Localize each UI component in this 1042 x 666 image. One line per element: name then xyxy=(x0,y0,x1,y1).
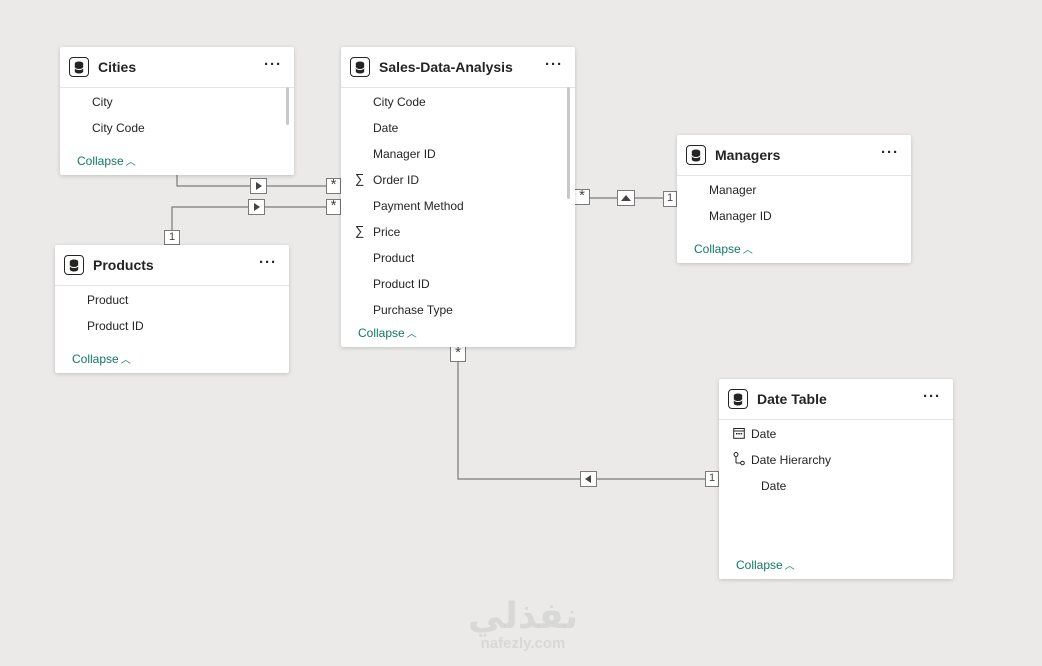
database-icon xyxy=(69,57,89,77)
field-date[interactable]: Date xyxy=(373,121,398,135)
watermark-arabic: نفذلي xyxy=(467,595,579,636)
table-header[interactable]: Date Table ··· xyxy=(719,379,953,420)
chevron-up-icon: ︿ xyxy=(742,245,753,256)
more-options-button[interactable]: ··· xyxy=(259,254,277,271)
table-card-managers[interactable]: Managers ··· Manager Manager ID Collapse… xyxy=(677,135,911,263)
collapse-button[interactable]: Collapse ︿ xyxy=(694,241,753,256)
filter-direction-arrow[interactable] xyxy=(248,199,265,215)
field-payment-method[interactable]: Payment Method xyxy=(373,199,464,213)
field-manager-id[interactable]: Manager ID xyxy=(709,209,772,223)
sum-icon: ∑ xyxy=(355,171,365,186)
collapse-button[interactable]: Collapse ︿ xyxy=(72,351,131,366)
table-title: Products xyxy=(93,257,154,273)
table-card-products[interactable]: Products ··· Product Product ID Collapse… xyxy=(55,245,289,373)
relationship-sales-date xyxy=(457,348,719,480)
database-icon xyxy=(686,145,706,165)
chevron-up-icon: ︿ xyxy=(120,355,131,366)
calendar-icon xyxy=(733,427,745,442)
sum-icon: ∑ xyxy=(355,223,365,238)
field-purchase-type[interactable]: Purchase Type xyxy=(373,303,453,317)
table-card-sales-data-analysis[interactable]: Sales-Data-Analysis ··· City Code Date M… xyxy=(341,47,575,347)
model-view-canvas[interactable]: 1 * * * 1 * 1 Cities ··· City City Code … xyxy=(0,0,1042,666)
field-city-code[interactable]: City Code xyxy=(92,121,145,135)
field-hierarchy-level-date[interactable]: Date xyxy=(761,479,786,493)
table-title: Sales-Data-Analysis xyxy=(379,59,513,75)
chevron-up-icon: ︿ xyxy=(784,561,795,572)
table-title: Date Table xyxy=(757,391,827,407)
field-date[interactable]: Date xyxy=(751,427,776,441)
table-header[interactable]: Sales-Data-Analysis ··· xyxy=(341,47,575,88)
more-options-button[interactable]: ··· xyxy=(545,56,563,73)
filter-direction-arrow[interactable] xyxy=(250,178,267,194)
field-city[interactable]: City xyxy=(92,95,113,109)
hierarchy-icon xyxy=(733,452,745,469)
table-title: Managers xyxy=(715,147,781,163)
cardinality-one-marker: 1 xyxy=(164,230,180,245)
field-manager-id[interactable]: Manager ID xyxy=(373,147,436,161)
field-product-id[interactable]: Product ID xyxy=(87,319,144,333)
field-manager[interactable]: Manager xyxy=(709,183,756,197)
collapse-label: Collapse xyxy=(72,352,119,366)
table-title: Cities xyxy=(98,59,137,75)
cardinality-many-marker: * xyxy=(450,345,466,362)
field-product-id[interactable]: Product ID xyxy=(373,277,430,291)
more-options-button[interactable]: ··· xyxy=(264,56,282,73)
watermark-latin: nafezly.com xyxy=(480,635,566,652)
database-icon xyxy=(64,255,84,275)
field-order-id[interactable]: Order ID xyxy=(373,173,419,187)
scrollbar[interactable] xyxy=(567,87,570,199)
database-icon xyxy=(728,389,748,409)
collapse-button[interactable]: Collapse ︿ xyxy=(358,325,417,340)
field-price[interactable]: Price xyxy=(373,225,400,239)
collapse-label: Collapse xyxy=(694,242,741,256)
cardinality-one-marker: 1 xyxy=(663,191,677,207)
chevron-up-icon: ︿ xyxy=(406,329,417,340)
cardinality-many-marker: * xyxy=(326,177,341,194)
cardinality-one-marker: 1 xyxy=(705,471,719,487)
field-product[interactable]: Product xyxy=(87,293,128,307)
chevron-up-icon: ︿ xyxy=(125,157,136,168)
cardinality-many-marker: * xyxy=(574,188,590,205)
table-header[interactable]: Cities ··· xyxy=(60,47,294,88)
collapse-label: Collapse xyxy=(358,326,405,340)
collapse-button[interactable]: Collapse ︿ xyxy=(736,557,795,572)
collapse-label: Collapse xyxy=(77,154,124,168)
table-header[interactable]: Managers ··· xyxy=(677,135,911,176)
table-card-cities[interactable]: Cities ··· City City Code Collapse ︿ xyxy=(60,47,294,175)
field-city-code[interactable]: City Code xyxy=(373,95,426,109)
cardinality-many-marker: * xyxy=(326,198,341,215)
collapse-button[interactable]: Collapse ︿ xyxy=(77,153,136,168)
database-icon xyxy=(350,57,370,77)
more-options-button[interactable]: ··· xyxy=(923,388,941,405)
field-product[interactable]: Product xyxy=(373,251,414,265)
watermark: نفذلي nafezly.com xyxy=(458,596,588,652)
scrollbar[interactable] xyxy=(286,87,289,125)
more-options-button[interactable]: ··· xyxy=(881,144,899,161)
table-header[interactable]: Products ··· xyxy=(55,245,289,286)
collapse-label: Collapse xyxy=(736,558,783,572)
table-card-date-table[interactable]: Date Table ··· Date Date Hierarchy Date … xyxy=(719,379,953,579)
filter-direction-arrow[interactable] xyxy=(580,471,597,487)
field-date-hierarchy[interactable]: Date Hierarchy xyxy=(751,453,831,467)
filter-direction-arrow[interactable] xyxy=(617,190,635,206)
